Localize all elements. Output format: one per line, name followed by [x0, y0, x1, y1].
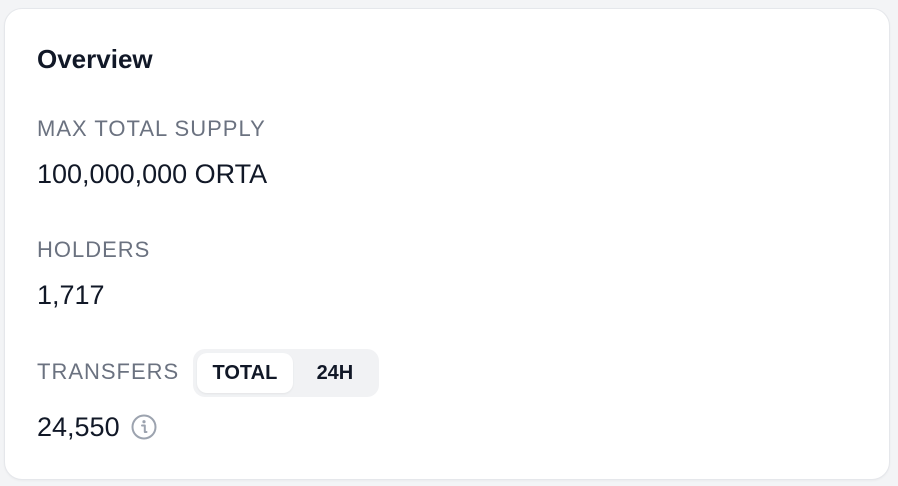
card-title: Overview — [37, 44, 153, 74]
transfers-label: TRANSFERS — [37, 359, 180, 384]
overview-card: Overview MAX TOTAL SUPPLY 100,000,000 OR… — [4, 8, 890, 480]
max-total-supply-label: MAX TOTAL SUPPLY — [37, 116, 266, 141]
info-icon[interactable] — [130, 413, 158, 441]
toggle-24h-button[interactable]: 24H — [295, 353, 375, 393]
toggle-total-button[interactable]: TOTAL — [197, 353, 293, 393]
max-total-supply-value: 100,000,000 ORTA — [37, 159, 268, 189]
holders-label: HOLDERS — [37, 237, 151, 262]
transfers-value: 24,550 — [37, 412, 120, 442]
transfers-value-row: 24,550 — [37, 409, 158, 445]
holders-value: 1,717 — [37, 280, 105, 310]
transfers-range-toggle[interactable]: TOTAL 24H — [193, 349, 379, 397]
